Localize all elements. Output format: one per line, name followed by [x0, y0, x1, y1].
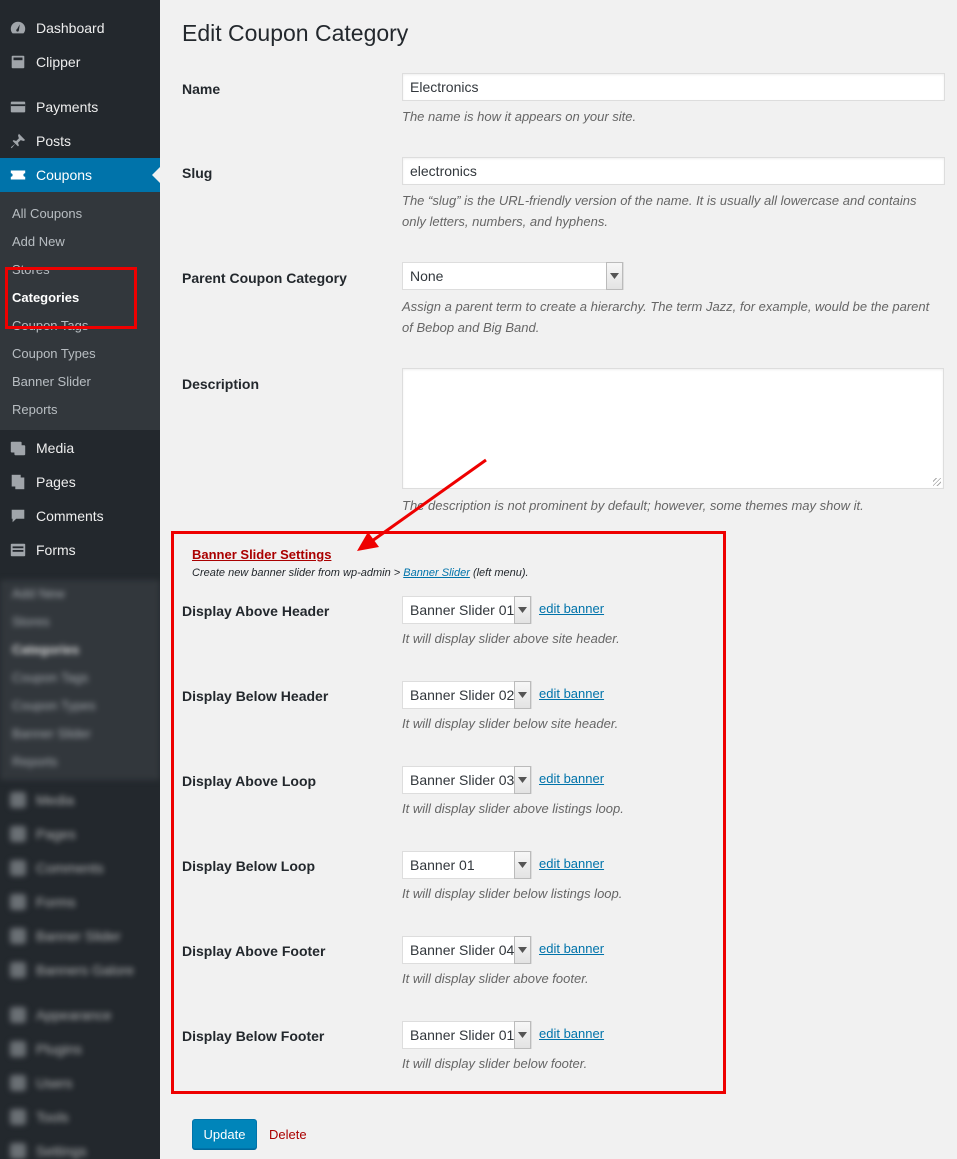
- delete-link[interactable]: Delete: [269, 1127, 307, 1142]
- blurred-menu-item: Settings: [0, 1134, 160, 1159]
- slug-input[interactable]: electronics: [402, 157, 945, 185]
- parent-category-value: None: [410, 268, 444, 284]
- payments-icon: [0, 98, 36, 116]
- menu-comments[interactable]: Comments: [0, 499, 160, 533]
- blurred-submenu-item: Coupon Types: [12, 698, 96, 713]
- blurred-menu-label: Comments: [36, 860, 104, 876]
- description-label: Description: [182, 376, 260, 392]
- blurred-menu-label: Banner Slider: [36, 928, 121, 944]
- coupons-icon: [0, 166, 36, 184]
- blurred-menu-item: Banner Slider: [0, 919, 160, 953]
- clipper-icon: [0, 53, 36, 71]
- description-textarea[interactable]: [402, 368, 944, 489]
- blurred-menu-item: Banners Galore: [0, 953, 160, 987]
- submenu-add-new[interactable]: Add New: [12, 234, 65, 249]
- blurred-menu-label: Plugins: [36, 1041, 82, 1057]
- categories-highlight-box: [5, 267, 137, 329]
- blurred-menu-label: Banners Galore: [36, 962, 135, 978]
- parent-description-line-1: Assign a parent term to create a hierarc…: [402, 299, 930, 314]
- blurred-menu-label: Tools: [36, 1109, 69, 1125]
- blurred-sidebar-region: Add New Stores Categories Coupon Tags Co…: [0, 580, 160, 1159]
- dashboard-icon: [0, 19, 36, 37]
- menu-dashboard-label: Dashboard: [36, 20, 105, 36]
- blurred-menu-item: Pages: [0, 817, 160, 851]
- blurred-menu-label: Settings: [36, 1143, 87, 1159]
- blurred-submenu-item: Banner Slider: [12, 726, 91, 741]
- menu-payments-label: Payments: [36, 99, 99, 115]
- submenu-all-coupons[interactable]: All Coupons: [12, 206, 82, 221]
- blurred-submenu-item: Reports: [12, 754, 58, 769]
- blurred-menu-label: Forms: [36, 894, 76, 910]
- pin-icon: [0, 132, 36, 150]
- slug-description-line-2: only letters, numbers, and hyphens.: [402, 214, 608, 229]
- menu-coupons-label: Coupons: [36, 167, 93, 183]
- blurred-submenu-item: Categories: [12, 642, 80, 657]
- blurred-submenu-item: Coupon Tags: [12, 670, 89, 685]
- blurred-submenu: Add New Stores Categories Coupon Tags Co…: [0, 580, 160, 780]
- menu-forms-label: Forms: [36, 542, 76, 558]
- menu-forms[interactable]: Forms: [0, 533, 160, 567]
- blurred-menu-label: Users: [36, 1075, 73, 1091]
- blurred-menu-label: Appearance: [36, 1007, 112, 1023]
- blurred-submenu-item: Stores: [12, 614, 50, 629]
- blurred-menu-item: Forms: [0, 885, 160, 919]
- menu-pages-label: Pages: [36, 474, 76, 490]
- menu-clipper-label: Clipper: [36, 54, 81, 70]
- submenu-coupon-types[interactable]: Coupon Types: [12, 346, 96, 361]
- chevron-down-icon: [606, 262, 623, 290]
- comments-icon: [0, 507, 36, 525]
- name-input[interactable]: Electronics: [402, 73, 945, 101]
- blurred-submenu-item: Add New: [12, 586, 65, 601]
- submenu-banner-slider[interactable]: Banner Slider: [12, 374, 91, 389]
- menu-coupons[interactable]: Coupons: [0, 158, 160, 192]
- name-label: Name: [182, 81, 221, 97]
- page-title: Edit Coupon Category: [182, 20, 409, 46]
- blurred-menu-item: Users: [0, 1066, 160, 1100]
- admin-sidebar: Dashboard Clipper Payments Posts Coupons…: [0, 0, 160, 1159]
- slug-label: Slug: [182, 165, 213, 181]
- menu-media[interactable]: Media: [0, 431, 160, 465]
- parent-category-select[interactable]: None: [402, 262, 624, 290]
- blurred-menu-item: Comments: [0, 851, 160, 885]
- menu-media-label: Media: [36, 440, 75, 456]
- resize-handle-icon[interactable]: [933, 478, 941, 486]
- menu-comments-label: Comments: [36, 508, 104, 524]
- menu-posts-label: Posts: [36, 133, 72, 149]
- parent-description-line-2: of Bebop and Big Band.: [402, 320, 540, 335]
- update-button[interactable]: Update: [192, 1119, 257, 1149]
- pages-icon: [0, 473, 36, 491]
- parent-category-label: Parent Coupon Category: [182, 270, 347, 286]
- menu-clipper[interactable]: Clipper: [0, 45, 160, 79]
- description-help: The description is not prominent by defa…: [402, 498, 864, 513]
- menu-posts[interactable]: Posts: [0, 124, 160, 158]
- media-icon: [0, 439, 36, 457]
- menu-payments[interactable]: Payments: [0, 90, 160, 124]
- menu-pages[interactable]: Pages: [0, 465, 160, 499]
- blurred-menu-label: Pages: [36, 826, 76, 842]
- blurred-menu-item: Tools: [0, 1100, 160, 1134]
- slug-description-line-1: The “slug” is the URL-friendly version o…: [402, 193, 917, 208]
- blurred-menu-item: Plugins: [0, 1032, 160, 1066]
- submenu-reports[interactable]: Reports: [12, 402, 58, 417]
- blurred-menu-item: Media: [0, 783, 160, 817]
- name-description: The name is how it appears on your site.: [402, 109, 637, 124]
- blurred-menu-label: Media: [36, 792, 75, 808]
- banner-settings-highlight-box: [171, 531, 726, 1094]
- forms-icon: [0, 541, 36, 559]
- menu-dashboard[interactable]: Dashboard: [0, 11, 160, 45]
- blurred-menu-item: Appearance: [0, 998, 160, 1032]
